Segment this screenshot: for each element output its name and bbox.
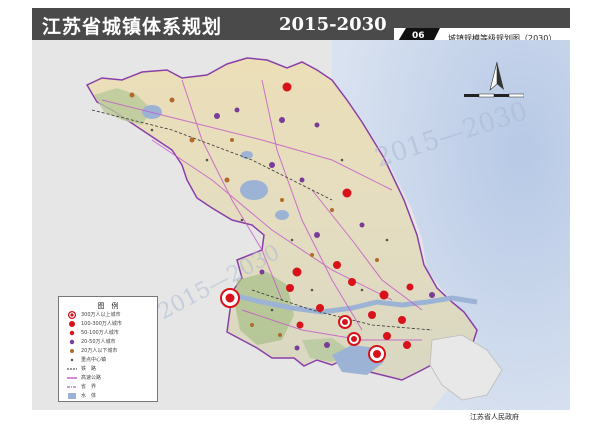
city-dot[interactable]	[368, 311, 376, 319]
gaoyou-lake	[275, 210, 289, 220]
publisher-credit: 江苏省人民政府	[470, 413, 519, 421]
city-dot[interactable]	[383, 332, 391, 340]
city-dot[interactable]	[406, 283, 414, 291]
city-dot[interactable]	[379, 290, 389, 300]
map-title: 江苏省城镇体系规划	[42, 16, 223, 38]
brown-dot-icon	[70, 349, 74, 353]
red-dot-icon	[69, 321, 75, 327]
city-dot[interactable]	[234, 107, 240, 113]
city-dot[interactable]	[330, 208, 334, 212]
city-dot[interactable]	[292, 267, 302, 277]
legend-item: 铁 路	[67, 365, 153, 374]
town-dot	[240, 218, 244, 222]
city-ring-core	[225, 293, 235, 303]
city-dot[interactable]	[269, 162, 275, 168]
legend-label: 20-50万人城市	[81, 339, 116, 345]
road-icon	[67, 377, 77, 379]
town-dot	[385, 238, 389, 242]
water-icon	[68, 393, 76, 399]
legend-title: 图 例	[97, 302, 119, 310]
legend-item: 水 体	[67, 392, 153, 401]
city-dot[interactable]	[403, 341, 411, 349]
legend-item: 高速公路	[67, 374, 153, 383]
city-dot[interactable]	[314, 232, 320, 238]
legend-item: 100-300万人城市	[67, 320, 153, 329]
city-dot[interactable]	[189, 137, 195, 143]
city-dot[interactable]	[348, 278, 356, 286]
city-dot[interactable]	[230, 138, 234, 142]
legend-label: 20万人以下城市	[81, 348, 118, 354]
legend-label: 水 体	[81, 393, 97, 399]
legend-item: 20-50万人城市	[67, 338, 153, 347]
city-dot[interactable]	[333, 261, 341, 269]
city-dot[interactable]	[429, 292, 435, 298]
city-dot[interactable]	[359, 222, 365, 228]
legend-label: 高速公路	[81, 375, 102, 381]
legend-item: 50-100万人城市	[67, 329, 153, 338]
city-dot[interactable]	[224, 177, 230, 183]
city-ring-core	[351, 336, 357, 342]
legend-label: 300万人以上城市	[81, 312, 121, 318]
legend-item: 省 界	[67, 383, 153, 392]
small-dot-icon	[70, 358, 74, 362]
hongze-lake	[240, 180, 268, 200]
city-dot[interactable]	[278, 333, 282, 337]
city-dot[interactable]	[375, 258, 379, 262]
purple-dot-icon	[69, 339, 75, 345]
city-dot[interactable]	[299, 177, 305, 183]
city-dot[interactable]	[286, 284, 294, 292]
legend-item: 300万人以上城市	[67, 311, 153, 320]
town-dot	[205, 158, 209, 162]
legend-label: 铁 路	[81, 366, 97, 372]
city-dot[interactable]	[280, 198, 284, 202]
legend-item: 20万人以下城市	[67, 347, 153, 356]
town-dot	[360, 288, 364, 292]
legend-label: 50-100万人城市	[81, 330, 119, 336]
city-dot[interactable]	[214, 113, 220, 119]
legend-label: 100-300万人城市	[81, 321, 122, 327]
title-header: 江苏省城镇体系规划 2015-2030 06 城镇规模等级规划图（2030）	[32, 8, 570, 48]
town-dot	[270, 308, 274, 312]
city-dot[interactable]	[310, 253, 314, 257]
city-dot[interactable]	[316, 304, 324, 312]
town-dot	[310, 288, 314, 292]
map-years: 2015-2030	[279, 14, 387, 35]
town-dot	[290, 238, 294, 242]
city-dot[interactable]	[324, 342, 330, 348]
rail-icon	[67, 368, 77, 370]
legend-item: 重点中心镇	[67, 356, 153, 365]
legend-label: 重点中心镇	[81, 357, 107, 363]
city-dot[interactable]	[169, 97, 175, 103]
city-dot[interactable]	[259, 269, 265, 275]
town-dot	[150, 128, 154, 132]
city-dot[interactable]	[279, 117, 285, 123]
big-ring-icon	[68, 311, 76, 319]
map-legend: 图 例 300万人以上城市 100-300万人城市 50-100万人城市 20-…	[58, 296, 158, 402]
border-icon	[67, 386, 77, 388]
city-dot[interactable]	[294, 345, 300, 351]
city-dot[interactable]	[342, 188, 352, 198]
city-dot[interactable]	[296, 321, 304, 329]
town-dot	[340, 158, 344, 162]
map-frame[interactable]: 2015—2030 2015—2030 图 例 300万人以上城市 100-30…	[32, 40, 570, 410]
city-dot[interactable]	[314, 122, 320, 128]
scale-bar-icon	[464, 93, 524, 98]
city-dot[interactable]	[129, 92, 135, 98]
city-dot[interactable]	[282, 82, 292, 92]
legend-label: 省 界	[81, 384, 97, 390]
city-dot[interactable]	[250, 323, 254, 327]
city-ring-core	[342, 319, 348, 325]
red-dot-small-icon	[69, 330, 75, 336]
city-dot[interactable]	[398, 316, 406, 324]
city-ring-core	[373, 350, 381, 358]
